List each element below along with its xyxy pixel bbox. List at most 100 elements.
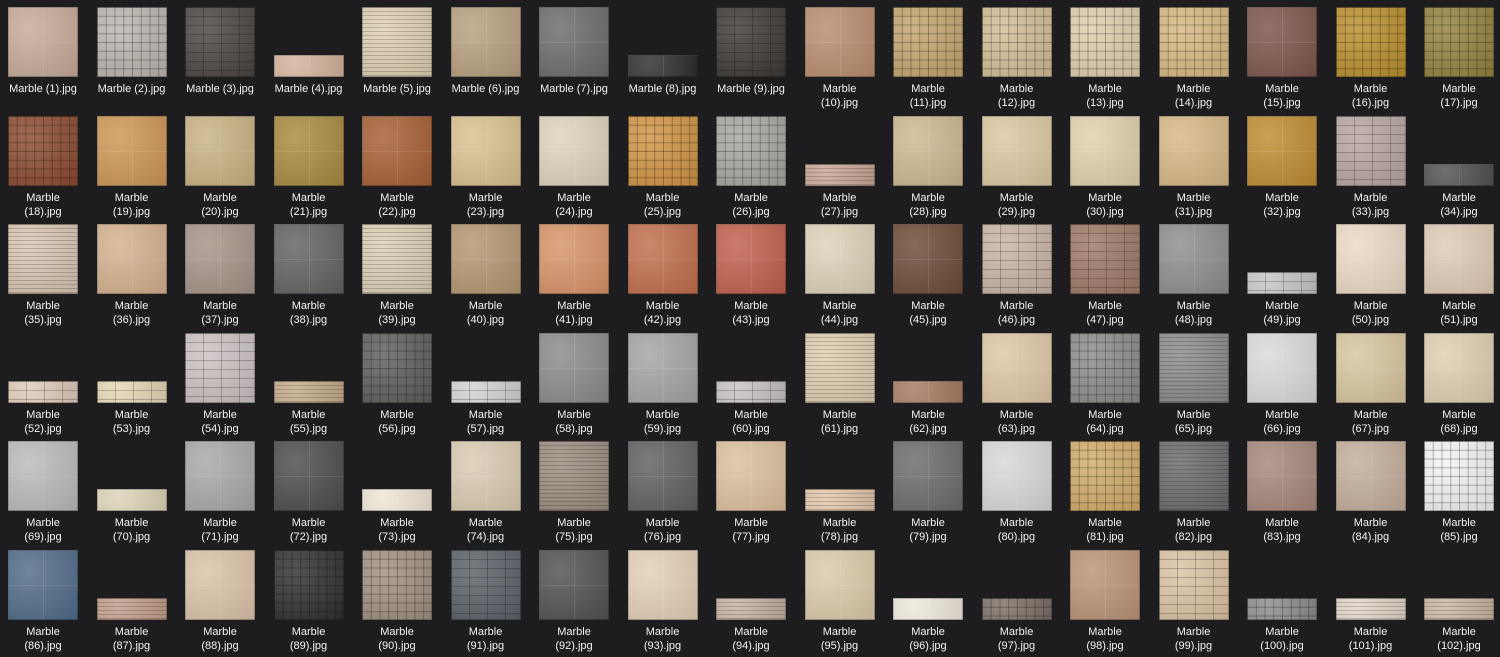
- file-item[interactable]: Marble (57).jpg: [443, 333, 529, 437]
- file-item[interactable]: Marble (25).jpg: [620, 115, 706, 220]
- file-item[interactable]: Marble (34).jpg: [1416, 116, 1500, 220]
- file-item[interactable]: Marble (71).jpg: [177, 441, 263, 545]
- file-item[interactable]: Marble (55).jpg: [266, 333, 352, 437]
- file-item[interactable]: Marble (89).jpg: [266, 549, 352, 654]
- file-item[interactable]: Marble (45).jpg: [885, 224, 971, 328]
- file-item[interactable]: Marble (6).jpg: [443, 7, 529, 111]
- file-item[interactable]: Marble (99).jpg: [1151, 549, 1237, 654]
- file-item[interactable]: Marble (5).jpg: [354, 7, 440, 111]
- file-item[interactable]: Marble (96).jpg: [885, 550, 971, 654]
- file-item[interactable]: Marble (91).jpg: [443, 549, 529, 654]
- file-item[interactable]: Marble (69).jpg: [0, 441, 86, 545]
- file-item[interactable]: Marble (28).jpg: [885, 115, 971, 220]
- file-item[interactable]: Marble (26).jpg: [708, 115, 794, 220]
- file-item[interactable]: Marble (83).jpg: [1239, 441, 1325, 545]
- file-item[interactable]: Marble (31).jpg: [1151, 115, 1237, 220]
- file-item[interactable]: Marble (56).jpg: [354, 332, 440, 437]
- file-item[interactable]: Marble (102).jpg: [1416, 550, 1500, 654]
- file-item[interactable]: Marble (65).jpg: [1151, 332, 1237, 437]
- file-item[interactable]: Marble (12).jpg: [974, 7, 1060, 111]
- file-item[interactable]: Marble (77).jpg: [708, 441, 794, 545]
- file-item[interactable]: Marble (54).jpg: [177, 332, 263, 437]
- file-item[interactable]: Marble (62).jpg: [885, 333, 971, 437]
- file-item[interactable]: Marble (101).jpg: [1328, 550, 1414, 654]
- file-item[interactable]: Marble (22).jpg: [354, 115, 440, 220]
- file-item[interactable]: Marble (68).jpg: [1416, 332, 1500, 437]
- file-item[interactable]: Marble (63).jpg: [974, 332, 1060, 437]
- file-item[interactable]: Marble (16).jpg: [1328, 7, 1414, 111]
- file-item[interactable]: Marble (15).jpg: [1239, 7, 1325, 111]
- file-item[interactable]: Marble (10).jpg: [797, 7, 883, 111]
- file-item[interactable]: Marble (41).jpg: [531, 224, 617, 328]
- file-item[interactable]: Marble (80).jpg: [974, 441, 1060, 545]
- file-item[interactable]: Marble (78).jpg: [797, 441, 883, 545]
- file-item[interactable]: Marble (86).jpg: [0, 549, 86, 654]
- file-item[interactable]: Marble (1).jpg: [0, 7, 86, 111]
- file-item[interactable]: Marble (81).jpg: [1062, 441, 1148, 545]
- file-item[interactable]: Marble (43).jpg: [708, 224, 794, 328]
- file-item[interactable]: Marble (49).jpg: [1239, 224, 1325, 328]
- file-item[interactable]: Marble (85).jpg: [1416, 441, 1500, 545]
- file-item[interactable]: Marble (75).jpg: [531, 441, 617, 545]
- file-item[interactable]: Marble (95).jpg: [797, 549, 883, 654]
- file-item[interactable]: Marble (2).jpg: [89, 7, 175, 111]
- file-item[interactable]: Marble (94).jpg: [708, 550, 794, 654]
- file-item[interactable]: Marble (50).jpg: [1328, 224, 1414, 328]
- file-item[interactable]: Marble (53).jpg: [89, 333, 175, 437]
- file-item[interactable]: Marble (14).jpg: [1151, 7, 1237, 111]
- file-item[interactable]: Marble (18).jpg: [0, 115, 86, 220]
- file-item[interactable]: Marble (4).jpg: [266, 7, 352, 111]
- file-item[interactable]: Marble (48).jpg: [1151, 224, 1237, 328]
- file-item[interactable]: Marble (51).jpg: [1416, 224, 1500, 328]
- file-item[interactable]: Marble (58).jpg: [531, 332, 617, 437]
- file-item[interactable]: Marble (32).jpg: [1239, 115, 1325, 220]
- file-item[interactable]: Marble (100).jpg: [1239, 550, 1325, 654]
- file-item[interactable]: Marble (29).jpg: [974, 115, 1060, 220]
- file-item[interactable]: Marble (60).jpg: [708, 333, 794, 437]
- file-item[interactable]: Marble (61).jpg: [797, 332, 883, 437]
- file-item[interactable]: Marble (97).jpg: [974, 550, 1060, 654]
- file-item[interactable]: Marble (79).jpg: [885, 441, 971, 545]
- file-item[interactable]: Marble (87).jpg: [89, 550, 175, 654]
- file-item[interactable]: Marble (84).jpg: [1328, 441, 1414, 545]
- file-item[interactable]: Marble (98).jpg: [1062, 549, 1148, 654]
- file-item[interactable]: Marble (46).jpg: [974, 224, 1060, 328]
- file-item[interactable]: Marble (36).jpg: [89, 224, 175, 328]
- file-item[interactable]: Marble (7).jpg: [531, 7, 617, 111]
- file-item[interactable]: Marble (27).jpg: [797, 116, 883, 220]
- file-item[interactable]: Marble (8).jpg: [620, 7, 706, 111]
- file-item[interactable]: Marble (17).jpg: [1416, 7, 1500, 111]
- file-item[interactable]: Marble (88).jpg: [177, 549, 263, 654]
- file-item[interactable]: Marble (21).jpg: [266, 115, 352, 220]
- file-item[interactable]: Marble (35).jpg: [0, 224, 86, 328]
- file-item[interactable]: Marble (38).jpg: [266, 224, 352, 328]
- file-item[interactable]: Marble (52).jpg: [0, 333, 86, 437]
- file-item[interactable]: Marble (66).jpg: [1239, 332, 1325, 437]
- file-item[interactable]: Marble (82).jpg: [1151, 441, 1237, 545]
- file-item[interactable]: Marble (73).jpg: [354, 441, 440, 545]
- file-item[interactable]: Marble (90).jpg: [354, 549, 440, 654]
- file-item[interactable]: Marble (42).jpg: [620, 224, 706, 328]
- file-item[interactable]: Marble (74).jpg: [443, 441, 529, 545]
- file-item[interactable]: Marble (92).jpg: [531, 549, 617, 654]
- file-item[interactable]: Marble (76).jpg: [620, 441, 706, 545]
- file-item[interactable]: Marble (64).jpg: [1062, 332, 1148, 437]
- file-item[interactable]: Marble (72).jpg: [266, 441, 352, 545]
- file-item[interactable]: Marble (37).jpg: [177, 224, 263, 328]
- file-item[interactable]: Marble (3).jpg: [177, 7, 263, 111]
- file-item[interactable]: Marble (70).jpg: [89, 441, 175, 545]
- file-item[interactable]: Marble (40).jpg: [443, 224, 529, 328]
- file-item[interactable]: Marble (47).jpg: [1062, 224, 1148, 328]
- file-item[interactable]: Marble (20).jpg: [177, 115, 263, 220]
- file-item[interactable]: Marble (59).jpg: [620, 332, 706, 437]
- file-item[interactable]: Marble (11).jpg: [885, 7, 971, 111]
- file-item[interactable]: Marble (13).jpg: [1062, 7, 1148, 111]
- file-item[interactable]: Marble (93).jpg: [620, 549, 706, 654]
- file-item[interactable]: Marble (19).jpg: [89, 115, 175, 220]
- file-item[interactable]: Marble (24).jpg: [531, 115, 617, 220]
- file-item[interactable]: Marble (33).jpg: [1328, 115, 1414, 220]
- file-item[interactable]: Marble (30).jpg: [1062, 115, 1148, 220]
- file-item[interactable]: Marble (9).jpg: [708, 7, 794, 111]
- file-item[interactable]: Marble (67).jpg: [1328, 332, 1414, 437]
- file-item[interactable]: Marble (44).jpg: [797, 224, 883, 328]
